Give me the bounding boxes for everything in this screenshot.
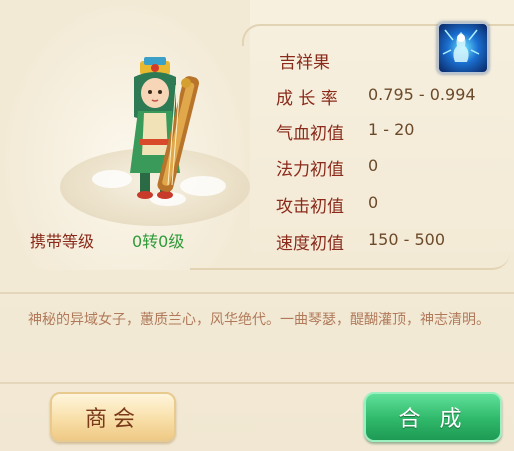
decorative-frame-bottom [190,250,510,270]
merge-button[interactable]: 合 成 [364,392,502,442]
stat-label-attack: 攻击初值 [276,197,344,217]
pet-name: 吉祥果 [279,53,330,73]
pet-description: 神秘的异域女子，蕙质兰心，风华绝代。一曲琴瑟，醍醐灌顶，神志清明。 [28,312,490,328]
stat-value-speed: 150 - 500 [368,230,446,249]
pet-character-figure[interactable] [110,55,205,205]
stat-label-hp: 气血初值 [276,124,344,144]
pet-info-panel: 携带等级 0转0级 吉祥果 成 长 率 0.795 - 0.994 气血初值 1… [0,0,514,451]
carry-level-value: 0转0级 [132,232,185,251]
stat-value-attack: 0 [368,193,379,212]
stat-label-growth: 成 长 率 [276,89,338,109]
skill-icon[interactable] [437,22,489,74]
shop-button[interactable]: 商会 [50,392,176,442]
stat-label-mp: 法力初值 [276,160,344,180]
spirit-figure-icon [442,29,480,62]
stat-label-speed: 速度初值 [276,234,344,254]
stat-value-hp: 1 - 20 [368,120,415,139]
carry-level-label: 携带等级 [30,232,95,251]
stat-value-growth: 0.795 - 0.994 [368,85,476,104]
divider [0,292,514,294]
divider [0,382,514,384]
stat-value-mp: 0 [368,156,379,175]
